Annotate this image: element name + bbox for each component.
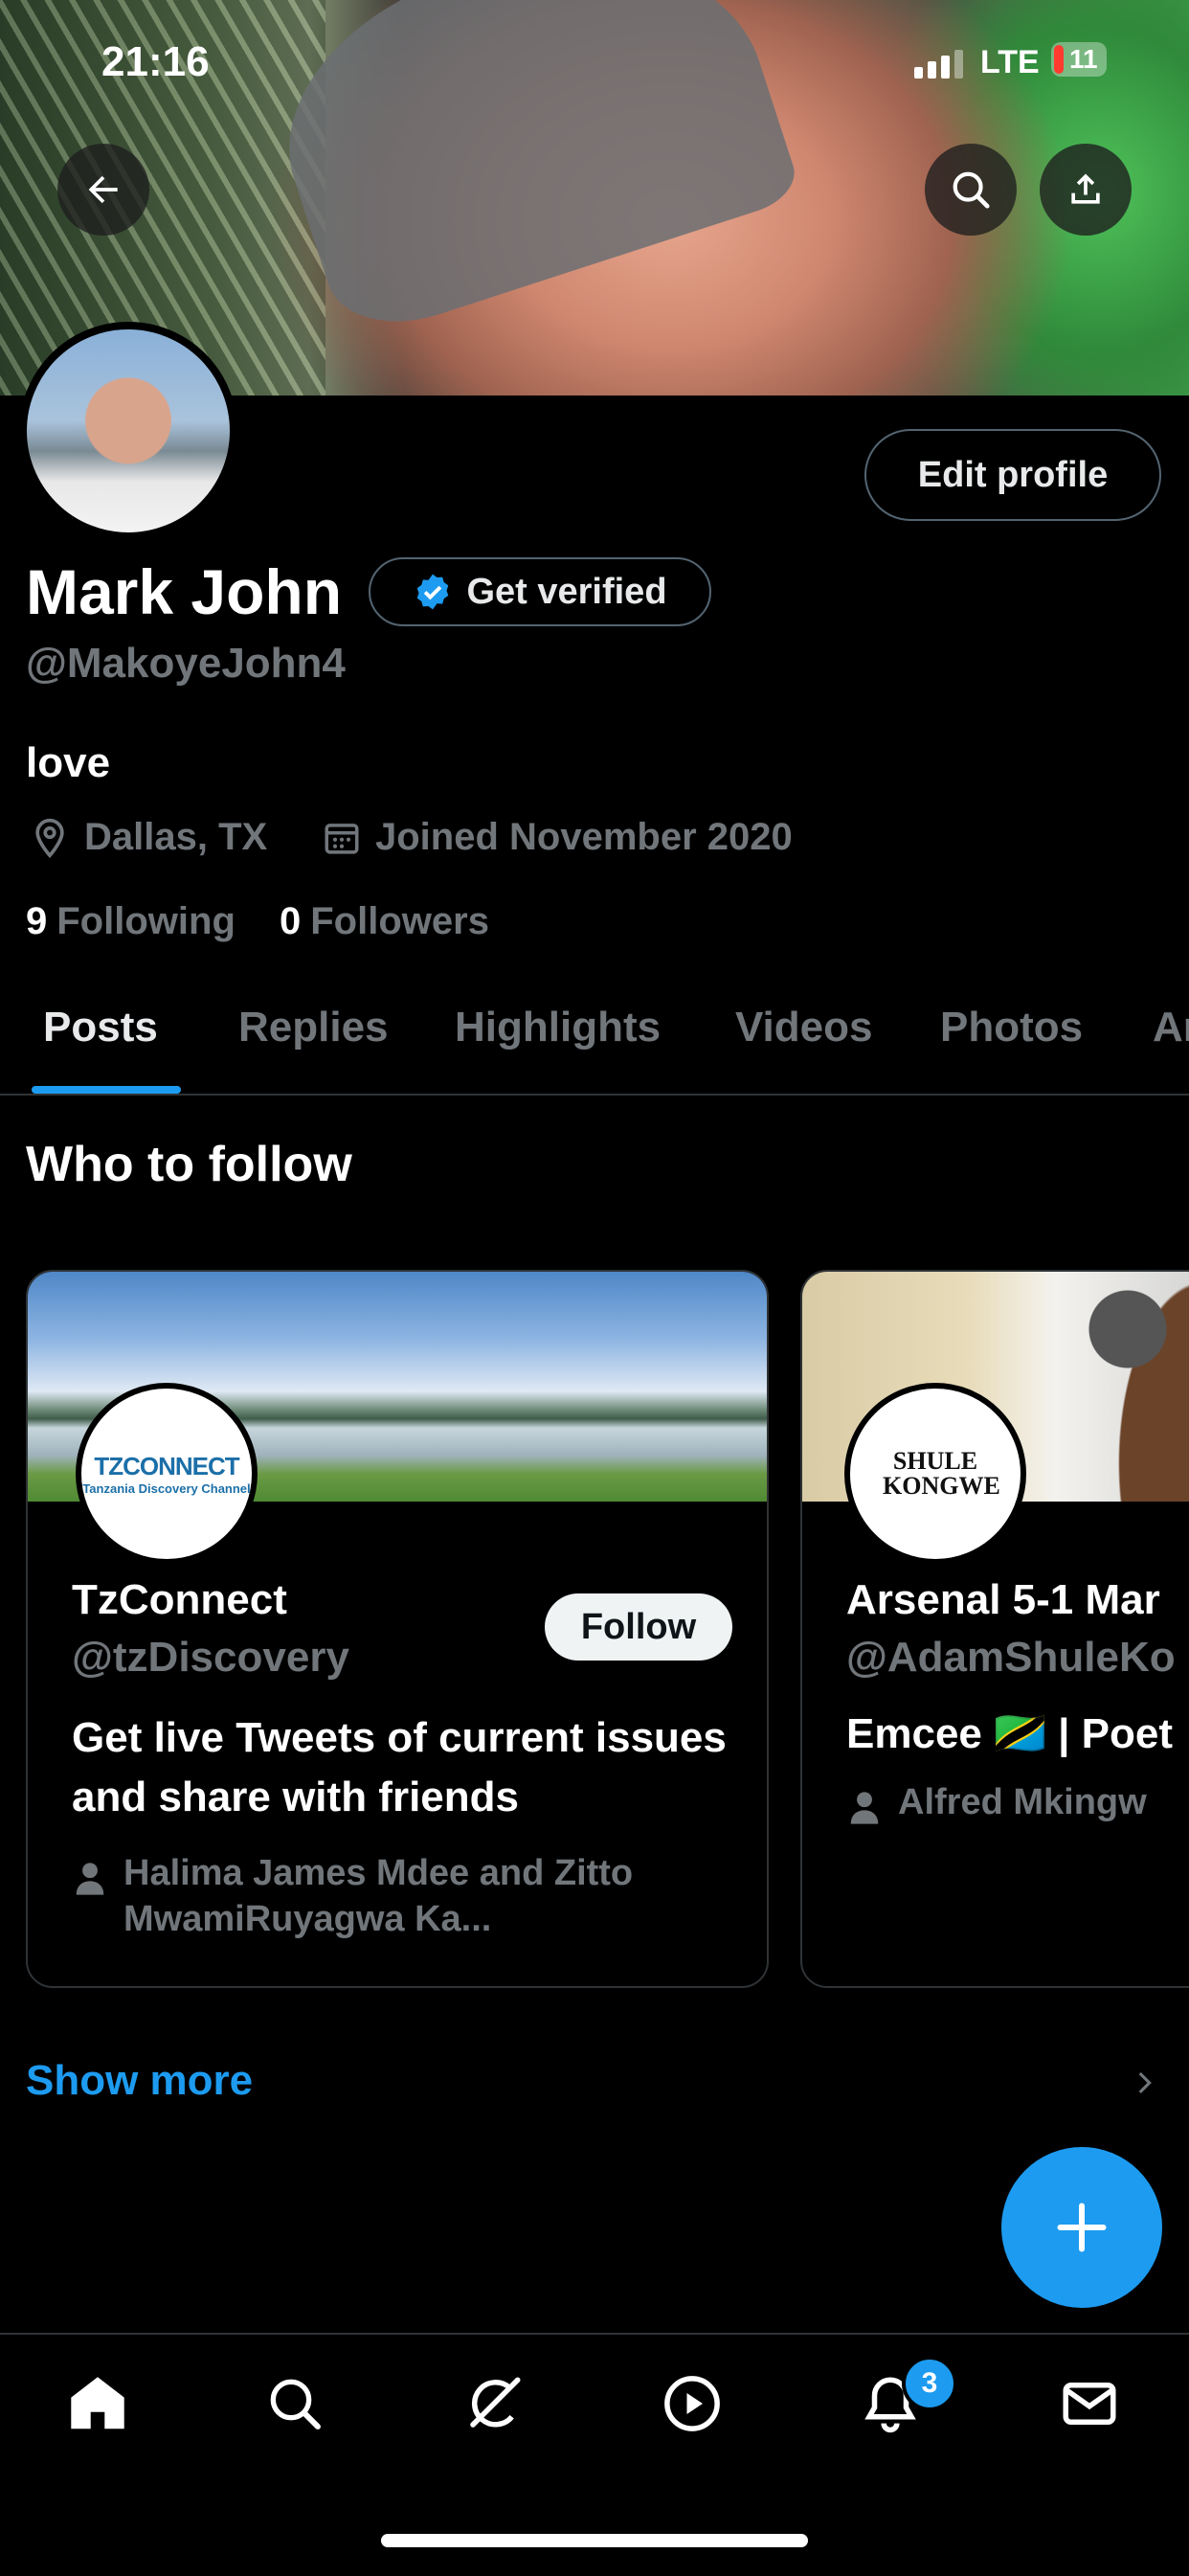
search-button[interactable] (925, 144, 1017, 236)
card-avatar: TZCONNECT Tanzania Discovery Channel (76, 1383, 258, 1565)
battery-icon: 11 (1051, 42, 1107, 77)
follow-card[interactable]: TZCONNECT Tanzania Discovery Channel TzC… (26, 1270, 769, 1988)
following-label: Following (56, 900, 236, 942)
active-tab-indicator (32, 1086, 181, 1094)
verified-badge-icon (417, 574, 449, 610)
nav-grok[interactable] (456, 2365, 532, 2442)
home-icon (71, 2377, 124, 2429)
compose-post-button[interactable] (1001, 2147, 1162, 2308)
person-icon (850, 1792, 879, 1824)
get-verified-button[interactable]: Get verified (369, 557, 711, 626)
location-text: Dallas, TX (84, 816, 268, 858)
get-verified-label: Get verified (466, 571, 667, 612)
tzconnect-logo-text: TZCONNECT (94, 1452, 239, 1480)
location-pin-icon (35, 818, 64, 858)
profile-handle: @MakoyeJohn4 (26, 640, 346, 687)
profile-location: Dallas, TX (29, 816, 267, 859)
nav-search[interactable] (257, 2365, 333, 2442)
followed-by-text: Alfred Mkingw (898, 1782, 1147, 1822)
share-button[interactable] (1040, 144, 1132, 236)
joined-text: Joined November 2020 (375, 816, 793, 858)
follow-card[interactable]: SHULE KONGWE Arsenal 5-1 Mar @AdamShuleK… (800, 1270, 1189, 1988)
tzconnect-logo-subtext: Tanzania Discovery Channel (82, 1481, 251, 1496)
chevron-right-icon[interactable] (1128, 2067, 1160, 2099)
tab-replies[interactable]: Replies (238, 1004, 389, 1051)
notification-badge: 3 (902, 2356, 957, 2411)
profile-bio: love (26, 739, 111, 786)
profile-name: Mark John (26, 556, 343, 627)
tab-highlights[interactable]: Highlights (455, 1004, 661, 1051)
share-icon (1071, 173, 1100, 204)
person-icon (76, 1863, 104, 1895)
search-icon (953, 171, 990, 209)
nav-messages[interactable] (1051, 2365, 1128, 2442)
card-name[interactable]: TzConnect (72, 1576, 287, 1624)
video-icon (664, 2376, 720, 2431)
followers-count: 0 (280, 900, 302, 942)
avatar[interactable] (19, 322, 237, 540)
card-name[interactable]: Arsenal 5-1 Mar (846, 1576, 1160, 1624)
card-handle: @tzDiscovery (72, 1634, 349, 1681)
card-followed-by: Alfred Mkingw (846, 1779, 1147, 1829)
following-link[interactable]: 9 Following (26, 900, 236, 943)
network-type: LTE (980, 44, 1040, 80)
tab-videos[interactable]: Videos (735, 1004, 872, 1051)
back-button[interactable] (57, 144, 149, 236)
messages-icon (1063, 2383, 1116, 2425)
calendar-icon (325, 823, 359, 854)
tabs-divider (0, 1094, 1189, 1096)
edit-profile-button[interactable]: Edit profile (864, 429, 1161, 521)
nav-home[interactable] (59, 2365, 136, 2442)
signal-icon (914, 50, 963, 79)
battery-level: 11 (1069, 44, 1098, 74)
card-avatar: SHULE KONGWE (844, 1383, 1026, 1565)
show-more-link[interactable]: Show more (26, 2057, 253, 2105)
tab-articles[interactable]: Ar (1153, 1004, 1189, 1051)
plus-icon (1057, 2203, 1107, 2252)
following-count: 9 (26, 900, 48, 942)
card-handle: @AdamShuleKo (846, 1634, 1176, 1681)
followed-by-text: Halima James Mdee and Zitto MwamiRuyagwa… (123, 1853, 634, 1939)
tab-photos[interactable]: Photos (940, 1004, 1083, 1051)
profile-joined: Joined November 2020 (322, 816, 793, 859)
card-followed-by: Halima James Mdee and Zitto MwamiRuyagwa… (72, 1850, 660, 1942)
card-bio: Emcee 🇹🇿 | Poet (846, 1710, 1173, 1757)
tab-posts[interactable]: Posts (43, 1004, 158, 1051)
home-indicator (381, 2534, 808, 2547)
search-icon (270, 2379, 321, 2429)
card-bio: Get live Tweets of current issues and sh… (72, 1714, 727, 1820)
grok-icon (470, 2377, 521, 2428)
follow-button[interactable]: Follow (545, 1593, 732, 1661)
who-to-follow-title: Who to follow (26, 1137, 352, 1192)
shule-kongwe-logo-text: SHULE KONGWE (883, 1447, 1000, 1500)
followers-label: Followers (310, 900, 489, 942)
arrow-left-icon (88, 175, 118, 204)
nav-video[interactable] (654, 2365, 730, 2442)
followers-link[interactable]: 0 Followers (280, 900, 489, 943)
status-time: 21:16 (101, 38, 210, 85)
